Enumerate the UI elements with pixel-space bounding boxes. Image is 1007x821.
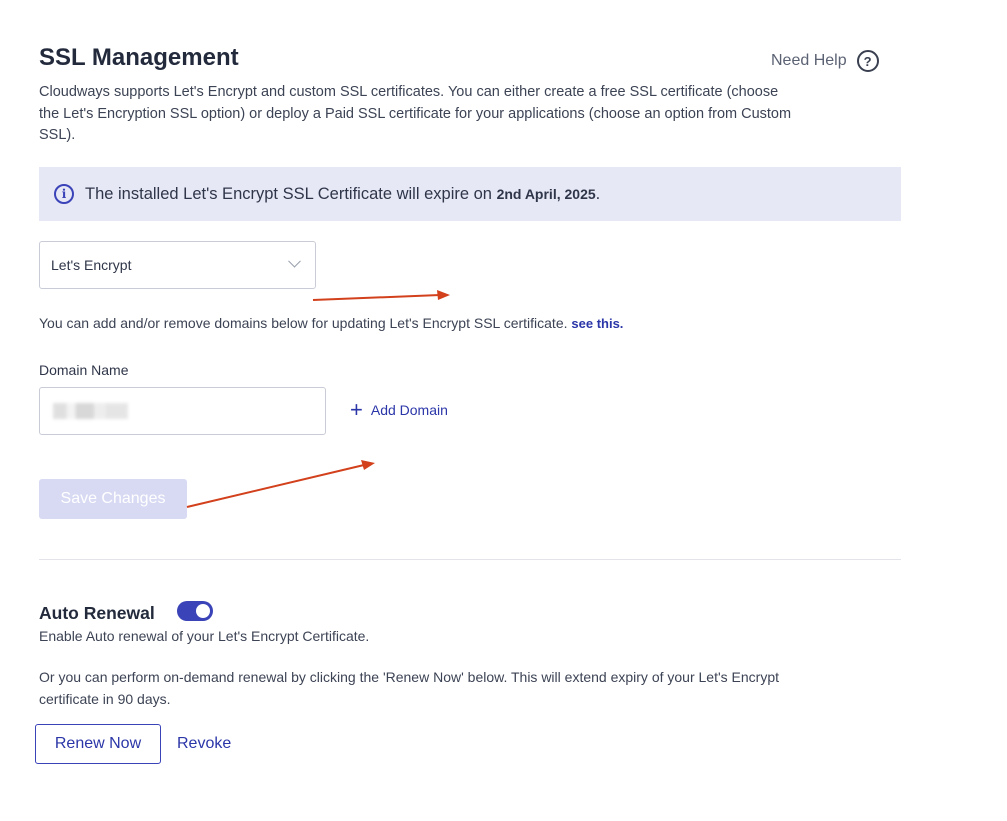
auto-renewal-description: Enable Auto renewal of your Let's Encryp…	[39, 628, 370, 644]
page-description: Cloudways supports Let's Encrypt and cus…	[39, 84, 792, 143]
domains-info: You can add and/or remove domains below …	[39, 315, 623, 331]
domain-name-label: Domain Name	[39, 362, 129, 378]
banner-message: The installed Let's Encrypt SSL Certific…	[85, 184, 497, 203]
banner-suffix: .	[595, 184, 601, 203]
add-domain-label: Add Domain	[370, 402, 448, 418]
banner-text: The installed Let's Encrypt SSL Certific…	[85, 185, 600, 204]
info-circle-icon: i	[54, 184, 74, 204]
ssl-type-value: Let's Encrypt	[51, 257, 132, 273]
section-divider	[39, 559, 901, 560]
expiry-banner: i The installed Let's Encrypt SSL Certif…	[39, 167, 901, 221]
ssl-type-select[interactable]: Let's Encrypt	[39, 241, 316, 289]
domains-info-text: You can add and/or remove domains below …	[39, 315, 572, 331]
on-demand-renewal-text: Or you can perform on-demand renewal by …	[39, 669, 779, 707]
redacted-domain-value	[53, 403, 128, 419]
toggle-knob	[196, 604, 210, 618]
need-help-label: Need Help	[771, 52, 847, 69]
revoke-link[interactable]: Revoke	[177, 735, 231, 753]
renew-now-button[interactable]: Renew Now	[35, 724, 161, 764]
annotation-arrow-1	[312, 290, 450, 301]
auto-renewal-toggle[interactable]	[177, 601, 213, 621]
save-changes-button[interactable]: Save Changes	[39, 479, 187, 519]
add-domain-button[interactable]: + Add Domain	[350, 397, 448, 422]
expiry-date: 2nd April, 2025	[496, 185, 596, 202]
question-circle-icon: ?	[856, 50, 879, 72]
auto-renewal-title: Auto Renewal	[39, 603, 155, 623]
annotation-arrow-2	[186, 460, 375, 508]
page-title: SSL Management	[39, 44, 239, 71]
need-help-link[interactable]: Need Help ?	[771, 50, 879, 72]
chevron-down-icon	[288, 254, 301, 268]
see-this-link[interactable]: see this.	[571, 316, 623, 331]
domain-name-input[interactable]	[39, 387, 326, 435]
plus-icon: +	[350, 397, 363, 422]
